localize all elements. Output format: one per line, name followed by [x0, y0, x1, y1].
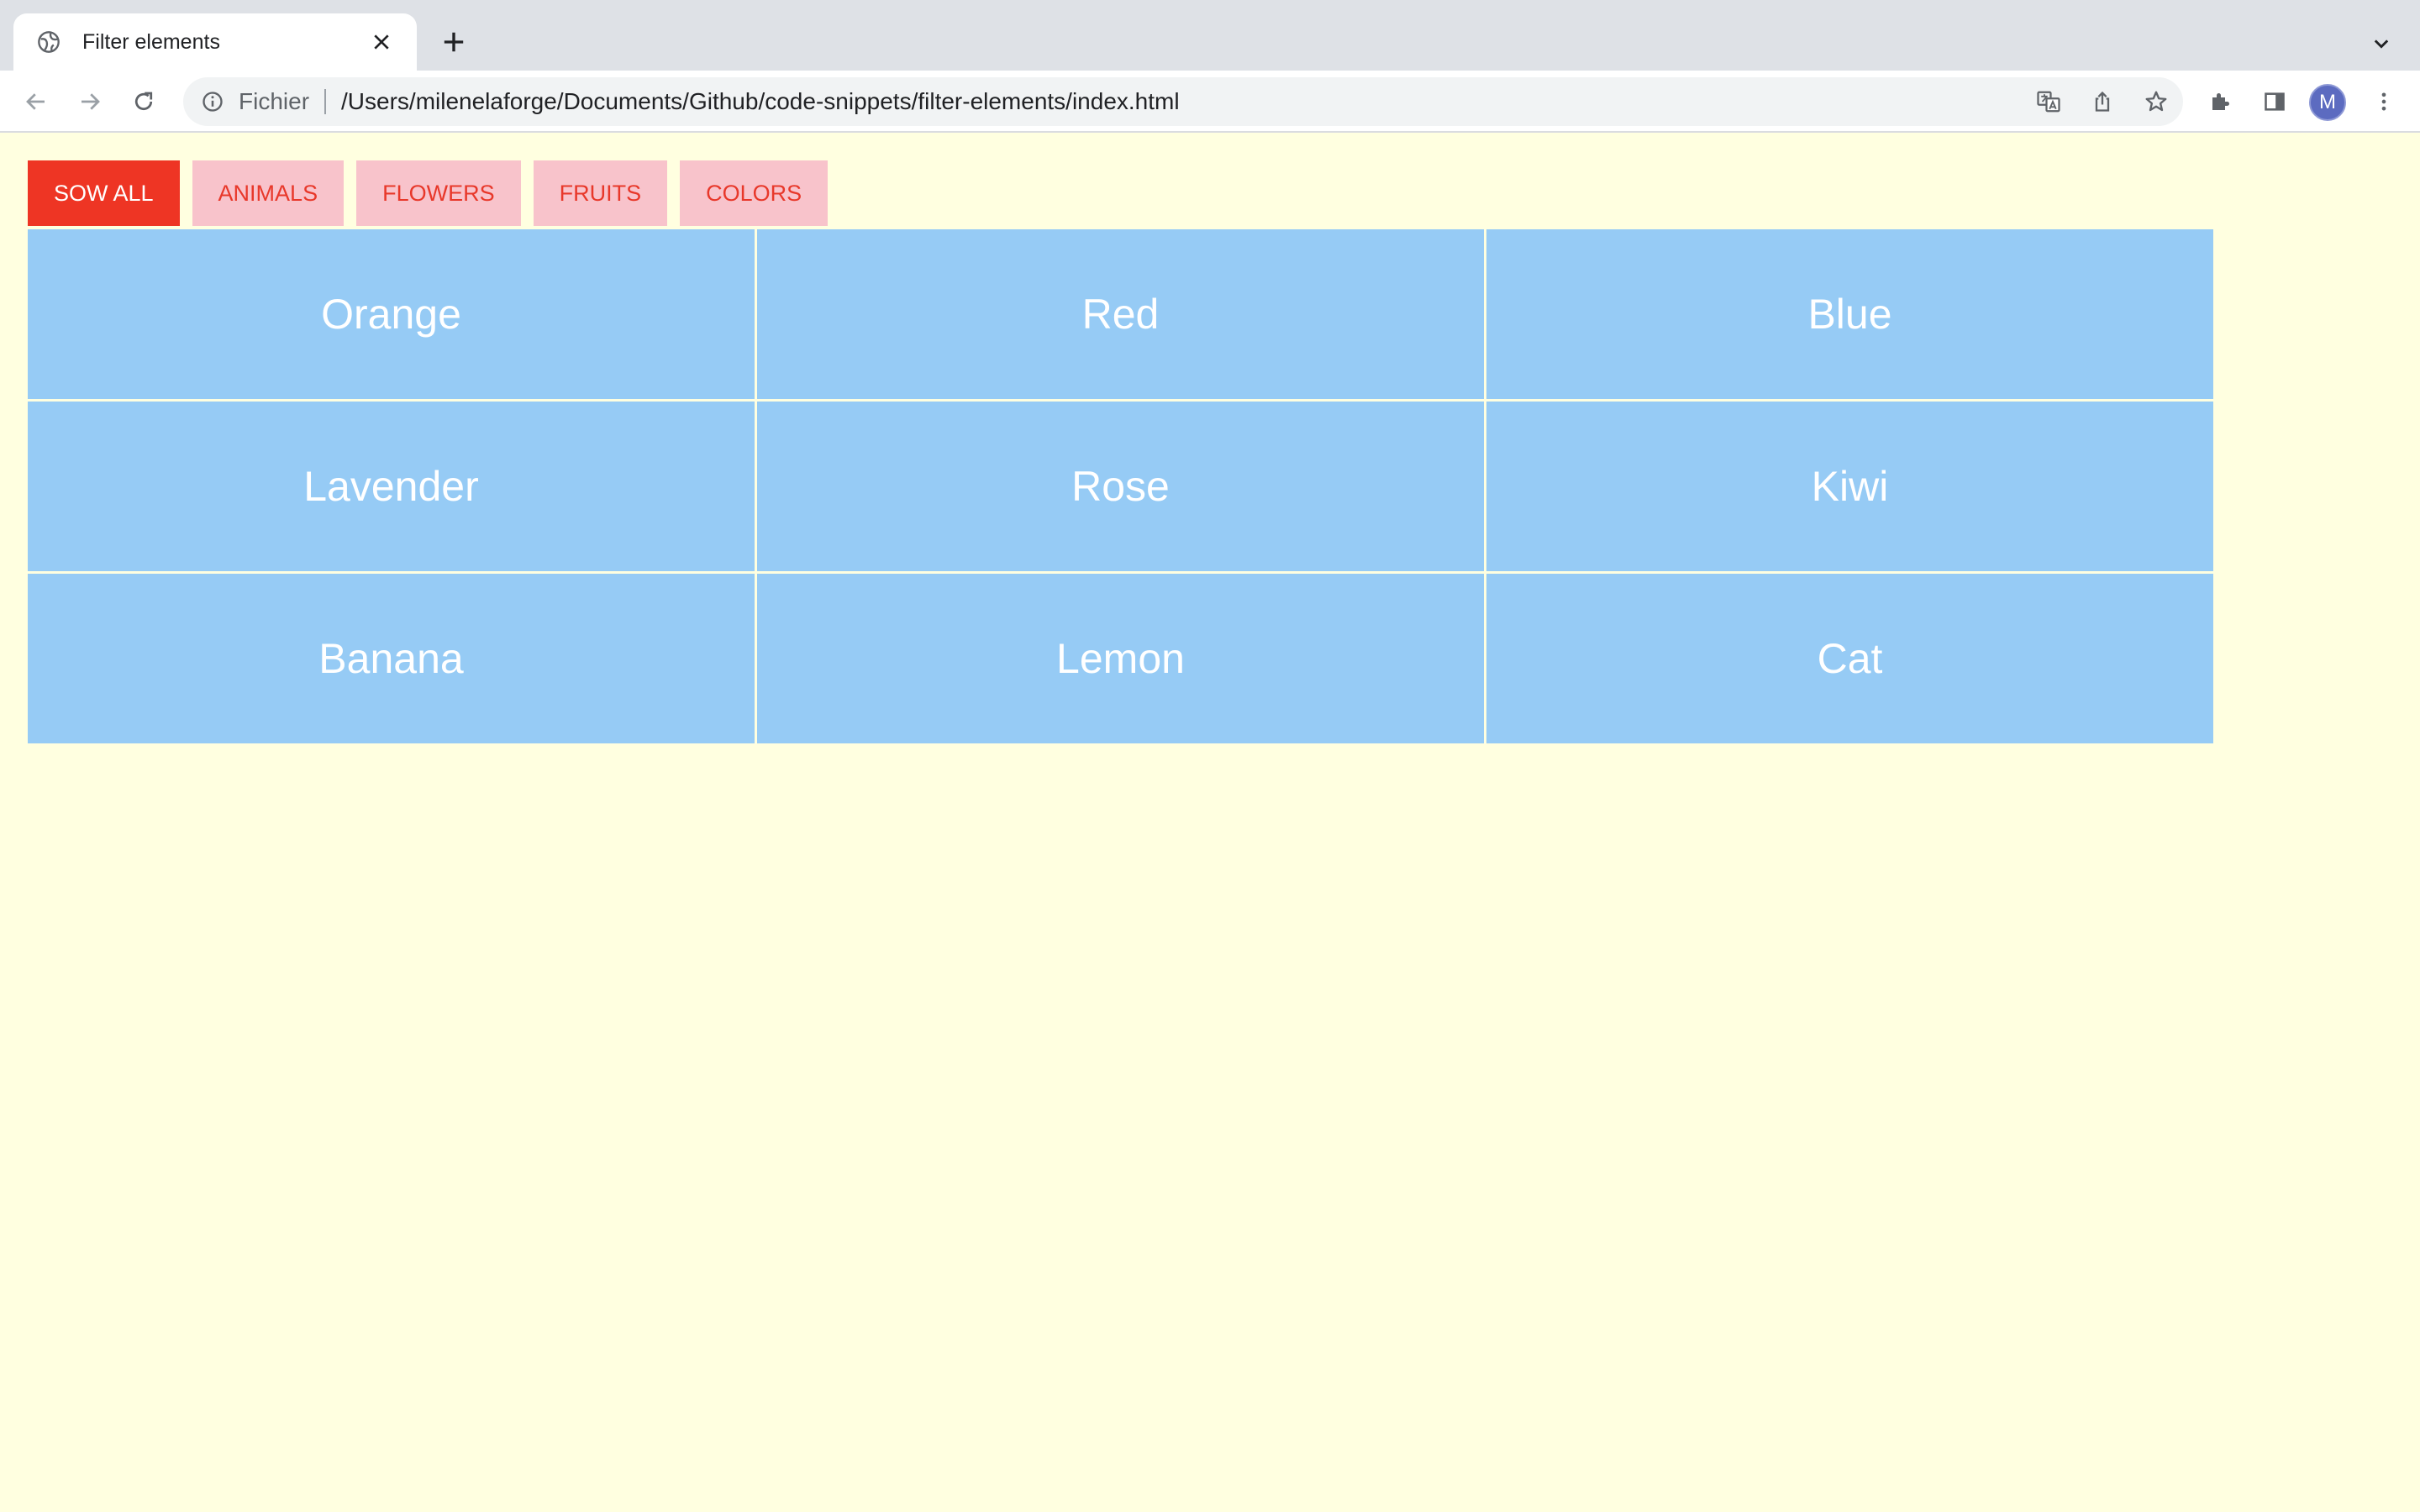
forward-icon[interactable]	[71, 82, 109, 121]
address-bar[interactable]: Fichier /Users/milenelaforge/Documents/G…	[183, 77, 2183, 126]
back-icon[interactable]	[17, 82, 55, 121]
grid-item: Orange	[28, 229, 755, 399]
filter-colors-button[interactable]: COLORS	[680, 160, 829, 226]
grid-item: Cat	[1486, 574, 2213, 743]
tab-title: Filter elements	[82, 29, 220, 54]
bookmark-star-icon[interactable]	[2129, 77, 2183, 126]
grid-item: Lavender	[28, 402, 755, 571]
filter-bar: SOW ALL ANIMALS FLOWERS FRUITS COLORS	[28, 160, 829, 226]
info-icon[interactable]	[198, 87, 227, 116]
new-tab-icon[interactable]	[435, 24, 472, 60]
url-text[interactable]: /Users/milenelaforge/Documents/Github/co…	[341, 88, 1180, 115]
close-tab-icon[interactable]	[366, 27, 397, 57]
scheme-label: Fichier	[239, 88, 310, 114]
grid-item: Banana	[28, 574, 755, 743]
filter-show-all-button[interactable]: SOW ALL	[28, 160, 180, 226]
grid-item: Rose	[757, 402, 1484, 571]
filter-animals-button[interactable]: ANIMALS	[192, 160, 345, 226]
grid-item: Lemon	[757, 574, 1484, 743]
omnibox-separator	[324, 89, 327, 114]
page-content: SOW ALL ANIMALS FLOWERS FRUITS COLORS Or…	[0, 133, 2420, 1512]
extensions-puzzle-icon[interactable]	[2202, 82, 2240, 121]
grid-item: Blue	[1486, 229, 2213, 399]
filter-flowers-button[interactable]: FLOWERS	[356, 160, 521, 226]
chevron-down-icon[interactable]	[2363, 25, 2400, 62]
browser-toolbar: Fichier /Users/milenelaforge/Documents/G…	[0, 71, 2420, 133]
tab-strip: Filter elements	[0, 0, 2420, 71]
share-icon[interactable]	[2075, 77, 2129, 126]
globe-icon	[35, 29, 62, 55]
grid-item: Kiwi	[1486, 402, 2213, 571]
grid-item: Red	[757, 229, 1484, 399]
more-menu-icon[interactable]	[2365, 82, 2403, 121]
items-grid: Orange Red Blue Lavender Rose Kiwi Banan…	[28, 229, 2213, 743]
filter-fruits-button[interactable]: FRUITS	[533, 160, 668, 226]
translate-icon[interactable]	[2022, 77, 2075, 126]
side-panel-icon[interactable]	[2255, 82, 2294, 121]
reload-icon[interactable]	[124, 82, 163, 121]
browser-tab[interactable]: Filter elements	[13, 13, 417, 71]
profile-avatar[interactable]: M	[2309, 84, 2346, 121]
